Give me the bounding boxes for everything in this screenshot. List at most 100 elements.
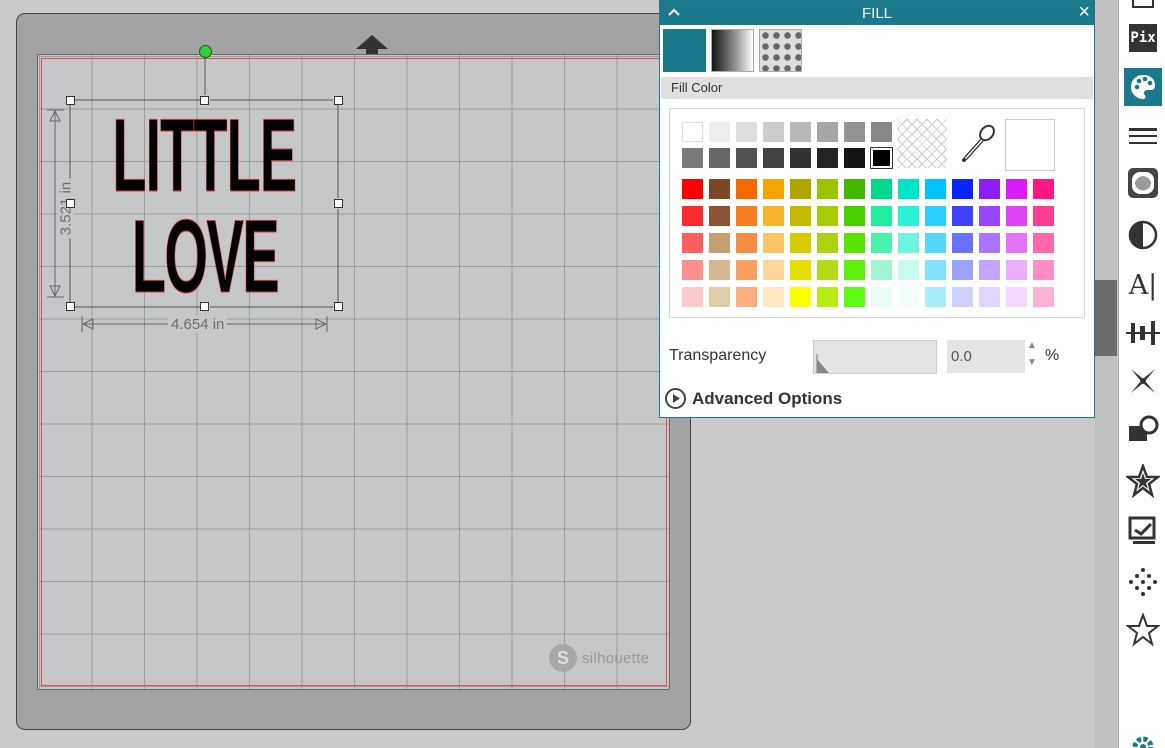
pixscan-button[interactable]: Pix [1124,19,1162,57]
rotate-handle[interactable] [199,45,212,58]
color-swatch[interactable] [790,179,811,199]
color-swatch[interactable] [925,287,946,307]
slider-thumb-icon[interactable] [816,354,830,373]
advanced-options-toggle[interactable]: Advanced Options [665,388,842,409]
color-swatch[interactable] [736,233,757,253]
fill-type-pattern-button[interactable] [759,29,802,72]
gray-swatch-row2[interactable] [736,148,757,168]
settings-button[interactable] [1124,728,1162,748]
no-fill-swatch[interactable] [897,119,947,168]
modify-button[interactable] [1124,462,1162,500]
color-swatch[interactable] [1033,260,1054,280]
resize-handle-bottom-left[interactable] [66,302,75,311]
color-swatch[interactable] [898,233,919,253]
color-swatch[interactable] [817,287,838,307]
color-swatch[interactable] [790,287,811,307]
color-swatch[interactable] [817,260,838,280]
color-swatch[interactable] [952,233,973,253]
color-swatch[interactable] [682,287,703,307]
color-swatch[interactable] [979,179,1000,199]
gray-swatch-row2[interactable] [844,148,865,168]
color-swatch[interactable] [817,179,838,199]
color-swatch[interactable] [871,260,892,280]
color-swatch[interactable] [682,206,703,226]
color-swatch[interactable] [871,179,892,199]
gray-swatch-row2[interactable] [870,147,893,169]
vertical-scrollbar[interactable] [1095,0,1117,748]
color-swatch[interactable] [763,206,784,226]
fill-button[interactable] [1124,68,1162,106]
gray-swatch-row2[interactable] [763,148,784,168]
resize-handle-left[interactable] [66,199,75,208]
color-swatch[interactable] [790,206,811,226]
line-style-button[interactable] [1124,117,1162,155]
color-swatch[interactable] [898,260,919,280]
color-swatch[interactable] [844,179,865,199]
color-swatch[interactable] [871,206,892,226]
color-swatch[interactable] [1006,206,1027,226]
library-button[interactable] [1124,611,1162,649]
layers-button[interactable] [1124,0,1162,16]
gray-swatch-row1[interactable] [817,122,838,142]
color-swatch[interactable] [1033,287,1054,307]
replicate-button[interactable] [1124,412,1162,450]
resize-handle-bottom-right[interactable] [334,302,343,311]
color-swatch[interactable] [763,179,784,199]
fill-type-solid-button[interactable] [663,29,706,72]
color-swatch[interactable] [817,206,838,226]
chevron-up-icon[interactable] [666,4,682,20]
gray-swatch-row2[interactable] [790,148,811,168]
color-swatch[interactable] [979,206,1000,226]
resize-handle-top[interactable] [200,96,209,105]
transform-button[interactable] [1124,362,1162,400]
gray-swatch-row1[interactable] [790,122,811,142]
color-swatch[interactable] [763,233,784,253]
rhinestone-button[interactable] [1124,563,1162,601]
gray-swatch-row1[interactable] [736,122,757,142]
color-swatch[interactable] [979,287,1000,307]
color-swatch[interactable] [736,260,757,280]
color-swatch[interactable] [709,287,730,307]
gray-swatch-row1[interactable] [763,122,784,142]
color-swatch[interactable] [709,179,730,199]
color-swatch[interactable] [736,206,757,226]
align-button[interactable] [1124,314,1162,352]
design-text-line-2[interactable]: LOVE [105,205,305,310]
eyedropper-icon[interactable] [959,123,997,165]
color-swatch[interactable] [1033,206,1054,226]
color-swatch[interactable] [1033,233,1054,253]
scrollbar-thumb[interactable] [1095,280,1117,356]
gray-swatch-row2[interactable] [817,148,838,168]
color-swatch[interactable] [979,233,1000,253]
color-swatch[interactable] [871,233,892,253]
text-style-button[interactable]: A| [1124,266,1162,304]
color-swatch[interactable] [790,260,811,280]
color-swatch[interactable] [898,287,919,307]
color-swatch[interactable] [709,233,730,253]
color-swatch[interactable] [1033,179,1054,199]
color-swatch[interactable] [925,179,946,199]
color-swatch[interactable] [763,260,784,280]
spin-up-icon[interactable]: ▲ [1027,340,1037,351]
color-swatch[interactable] [709,206,730,226]
color-swatch[interactable] [844,233,865,253]
color-swatch[interactable] [844,260,865,280]
color-swatch[interactable] [709,260,730,280]
color-swatch[interactable] [979,260,1000,280]
resize-handle-right[interactable] [334,199,343,208]
gray-swatch-row1[interactable] [871,122,892,142]
close-icon[interactable]: × [1078,1,1090,23]
fill-type-gradient-button[interactable] [711,29,754,72]
gray-swatch-row2[interactable] [682,148,703,168]
color-swatch[interactable] [952,206,973,226]
color-swatch[interactable] [682,260,703,280]
color-swatch[interactable] [817,233,838,253]
color-swatch[interactable] [844,287,865,307]
offset-button[interactable] [1124,164,1162,202]
color-swatch[interactable] [844,206,865,226]
contrast-button[interactable] [1124,216,1162,254]
color-swatch[interactable] [952,179,973,199]
color-swatch[interactable] [682,179,703,199]
color-swatch[interactable] [1006,260,1027,280]
resize-handle-bottom[interactable] [200,302,209,311]
